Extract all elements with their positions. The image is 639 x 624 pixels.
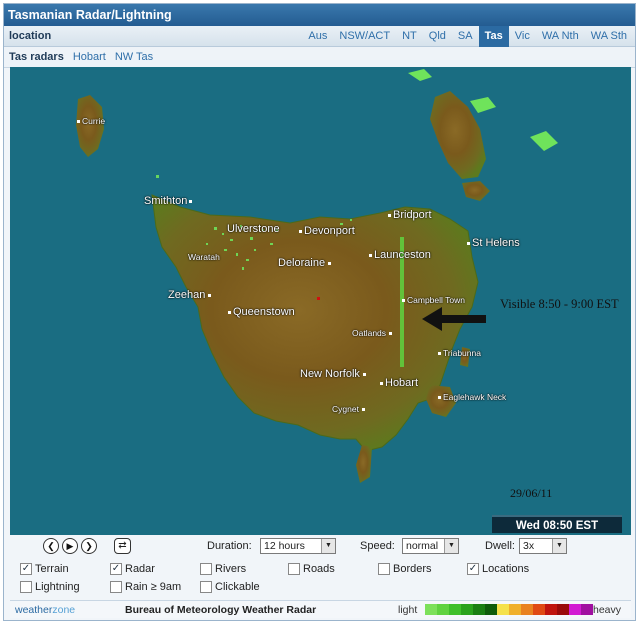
place-hobart: Hobart (380, 377, 418, 389)
place-triabunna: Triabunna (438, 348, 481, 358)
speed-label: Speed: (360, 540, 395, 552)
radar-map[interactable]: Currie Smithton Ulverstone Devonport Bri… (10, 67, 631, 535)
tab-tas[interactable]: Tas (478, 26, 509, 47)
place-oatlands: Oatlands (352, 328, 394, 338)
play-button[interactable]: ▶ (62, 538, 78, 554)
radar-tabs: Tas radars Hobart NW Tas (4, 47, 635, 68)
locations-checkbox[interactable]: ✓ Locations (467, 563, 529, 575)
legend-swatch (581, 604, 593, 615)
place-zeehan: Zeehan (168, 289, 213, 301)
legend-swatch (497, 604, 509, 615)
lightning-checkbox[interactable]: Lightning (20, 581, 80, 593)
playback-controls: ❮ ▶ ❯ ⇄ Duration: 12 hours ▼ Speed: norma… (10, 535, 631, 557)
tab-nsw-act[interactable]: NSW/ACT (333, 26, 396, 47)
timestamp-label: Wed 08:50 EST (492, 515, 622, 533)
place-waratah: Waratah (188, 252, 220, 262)
tab-wa-nth[interactable]: WA Nth (536, 26, 585, 47)
dwell-label: Dwell: (485, 540, 515, 552)
place-campbell-town: Campbell Town (402, 295, 465, 305)
legend-swatch (533, 604, 545, 615)
roads-checkbox[interactable]: Roads (288, 563, 335, 575)
rain-intensity-legend (425, 604, 593, 615)
tab-qld[interactable]: Qld (423, 26, 452, 47)
radar-tab-hobart[interactable]: Hobart (73, 47, 106, 67)
tab-sa[interactable]: SA (452, 26, 479, 47)
dwell-select[interactable]: 3x ▼ (519, 538, 567, 554)
speed-select[interactable]: normal ▼ (402, 538, 459, 554)
legend-swatch (557, 604, 569, 615)
chevron-down-icon: ▼ (444, 539, 458, 553)
checkmark-icon: ✓ (20, 563, 32, 575)
tab-nt[interactable]: NT (396, 26, 423, 47)
radar-tab-tas-radars[interactable]: Tas radars (9, 47, 64, 67)
legend-swatch (509, 604, 521, 615)
legend-swatch (473, 604, 485, 615)
radar-tab-nw-tas[interactable]: NW Tas (115, 47, 153, 67)
place-st-helens: St Helens (467, 237, 520, 249)
legend-swatch (569, 604, 581, 615)
visibility-annotation: Visible 8:50 - 9:00 EST (500, 297, 619, 311)
chevron-down-icon: ▼ (552, 539, 566, 553)
step-back-button[interactable]: ❮ (43, 538, 59, 554)
window-title: Tasmanian Radar/Lightning (4, 4, 635, 26)
place-deloraine: Deloraine (278, 257, 333, 269)
swap-icon: ⇄ (118, 540, 127, 551)
place-new-norfolk: New Norfolk (300, 368, 368, 380)
tab-aus[interactable]: Aus (302, 26, 333, 47)
place-eaglehawk-neck: Eaglehawk Neck (438, 392, 506, 402)
play-icon: ▶ (66, 541, 74, 551)
state-tabs: Aus NSW/ACT NT Qld SA Tas Vic WA Nth WA … (302, 26, 633, 47)
duration-value: 12 hours (264, 540, 305, 552)
place-launceston: Launceston (369, 249, 431, 261)
duration-label: Duration: (207, 540, 252, 552)
terrain-checkbox[interactable]: ✓ Terrain (20, 563, 69, 575)
rivers-checkbox[interactable]: Rivers (200, 563, 246, 575)
place-devonport: Devonport (299, 225, 355, 237)
chevron-down-icon: ▼ (321, 539, 335, 553)
weatherzone-logo[interactable]: weatherzone (15, 604, 75, 616)
legend-swatch (449, 604, 461, 615)
legend-swatch (437, 604, 449, 615)
layer-options: ✓ Terrain ✓ Radar Rivers Roads Borders ✓ Lo… (10, 560, 631, 600)
place-smithton: Smithton (144, 195, 194, 207)
tab-wa-sth[interactable]: WA Sth (585, 26, 633, 47)
location-label: location (9, 30, 52, 42)
checkmark-icon: ✓ (110, 563, 122, 575)
legend-light-label: light (398, 604, 418, 616)
borders-checkbox[interactable]: Borders (378, 563, 432, 575)
radar-site-marker (317, 297, 320, 300)
place-currie: Currie (77, 115, 105, 127)
place-queenstown: Queenstown (228, 306, 295, 318)
legend-swatch (461, 604, 473, 615)
clickable-checkbox[interactable]: Clickable (200, 581, 260, 593)
place-ulverstone: Ulverstone (227, 223, 280, 235)
step-forward-button[interactable]: ❯ (81, 538, 97, 554)
location-bar: location Aus NSW/ACT NT Qld SA Tas Vic W… (4, 26, 635, 47)
footer-title: Bureau of Meteorology Weather Radar (125, 604, 317, 616)
swap-button[interactable]: ⇄ (114, 538, 131, 554)
chevron-right-icon: ❯ (85, 541, 93, 551)
place-cygnet: Cygnet (332, 404, 367, 414)
legend-swatch (545, 604, 557, 615)
date-stamp: 29/06/11 (510, 486, 553, 500)
tab-vic[interactable]: Vic (509, 26, 536, 47)
dwell-value: 3x (523, 540, 535, 552)
place-bridport: Bridport (388, 209, 432, 221)
speed-value: normal (406, 540, 439, 552)
rain-9am-checkbox[interactable]: Rain ≥ 9am (110, 581, 181, 593)
checkmark-icon: ✓ (467, 563, 479, 575)
chevron-left-icon: ❮ (47, 541, 55, 551)
duration-select[interactable]: 12 hours ▼ (260, 538, 336, 554)
legend-swatch (521, 604, 533, 615)
legend-swatch (485, 604, 497, 615)
radar-checkbox[interactable]: ✓ Radar (110, 563, 155, 575)
footer: weatherzone Bureau of Meteorology Weathe… (10, 600, 631, 618)
legend-heavy-label: heavy (593, 604, 622, 616)
legend-swatch (425, 604, 437, 615)
